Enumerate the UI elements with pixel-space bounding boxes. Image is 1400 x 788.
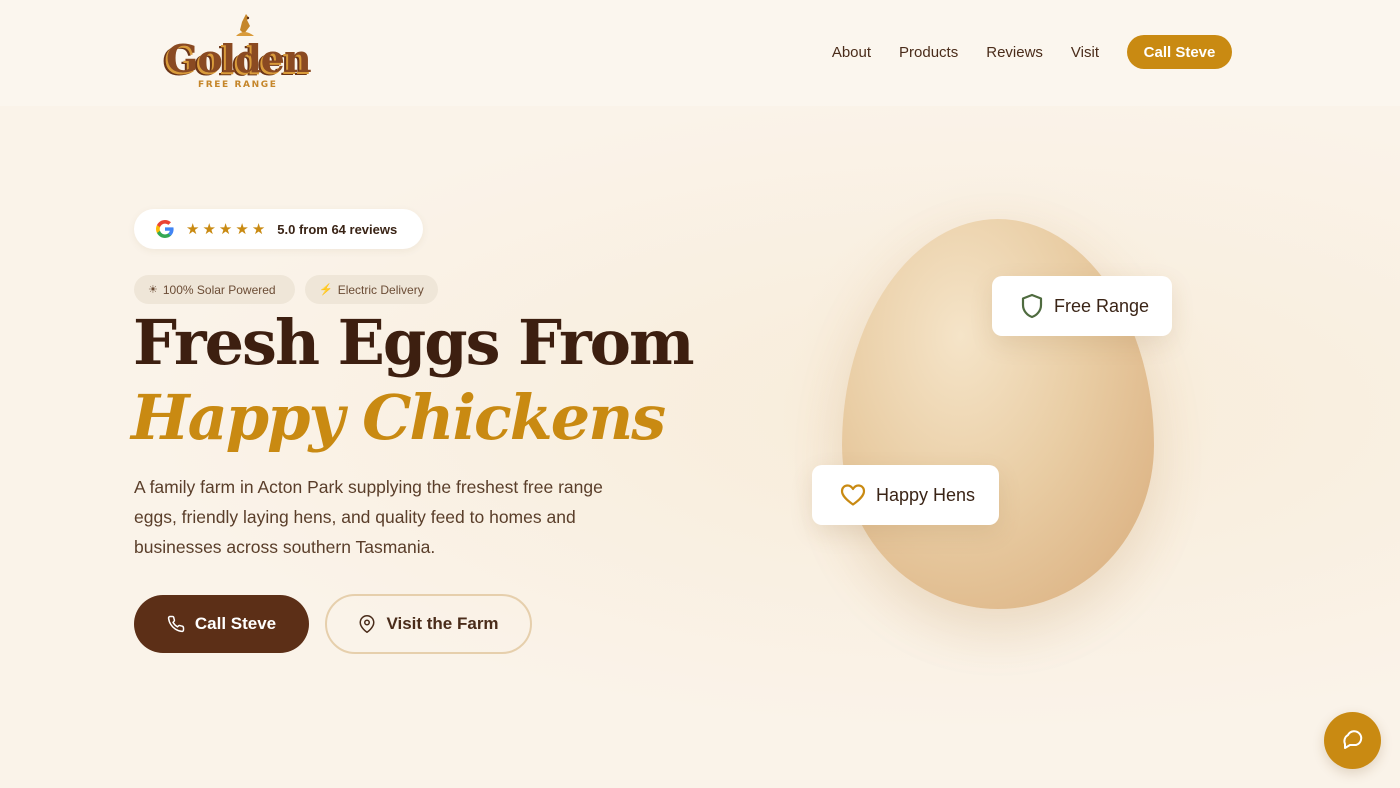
hero-title-line2: Happy Chickens [131,381,666,454]
map-pin-icon [358,615,376,633]
nav-call-button[interactable]: Call Steve [1127,35,1232,69]
star-icon: ★ [186,219,200,238]
lightning-icon: ⚡ [319,284,333,296]
star-icon: ★ [251,219,266,238]
tag-electric-label: Electric Delivery [337,282,424,297]
call-steve-label: Call Steve [194,614,277,633]
rating-stars: ★ ★ ★ ★ ★ [186,219,268,238]
tag-solar: ☀ 100% Solar Powered [134,275,295,304]
tag-solar-label: 100% Solar Powered [162,282,276,297]
happy-hens-badge: Happy Hens [812,465,999,525]
chat-icon [1342,729,1362,749]
google-review-badge[interactable]: ★ ★ ★ ★ ★ 5.0 from 64 reviews [134,209,423,249]
tag-electric: ⚡ Electric Delivery [305,275,438,304]
star-icon: ★ [235,219,249,238]
main-nav: About Products Reviews Visit Call Steve [832,35,1232,69]
nav-reviews[interactable]: Reviews [986,44,1043,61]
sun-icon: ☀ [148,284,158,296]
visit-farm-button[interactable]: Visit the Farm [325,594,532,654]
shield-icon [1020,293,1044,319]
chat-button[interactable] [1324,712,1381,769]
happy-hens-label: Happy Hens [876,484,976,505]
star-icon: ★ [218,219,233,238]
logo-tagline: FREE RANGE [198,80,278,90]
hero-title-line1: Fresh Eggs From [133,306,695,379]
brand-logo[interactable]: Golden FREE RANGE [160,12,312,94]
hero-description: A family farm in Acton Park supplying th… [134,477,603,557]
nav-about[interactable]: About [832,44,871,61]
call-steve-button[interactable]: Call Steve [134,595,309,653]
google-icon [156,220,174,238]
rating-text: 5.0 from 64 reviews [277,221,398,237]
visit-farm-label: Visit the Farm [386,614,499,633]
heart-icon [840,483,866,507]
free-range-badge: Free Range [992,276,1172,336]
site-header: Golden FREE RANGE About Products Reviews… [0,0,1400,106]
nav-products[interactable]: Products [899,44,958,61]
star-icon: ★ [202,219,216,238]
free-range-label: Free Range [1054,295,1150,316]
logo-wordmark: Golden [166,36,312,81]
nav-visit[interactable]: Visit [1071,44,1099,61]
phone-icon [167,615,185,633]
